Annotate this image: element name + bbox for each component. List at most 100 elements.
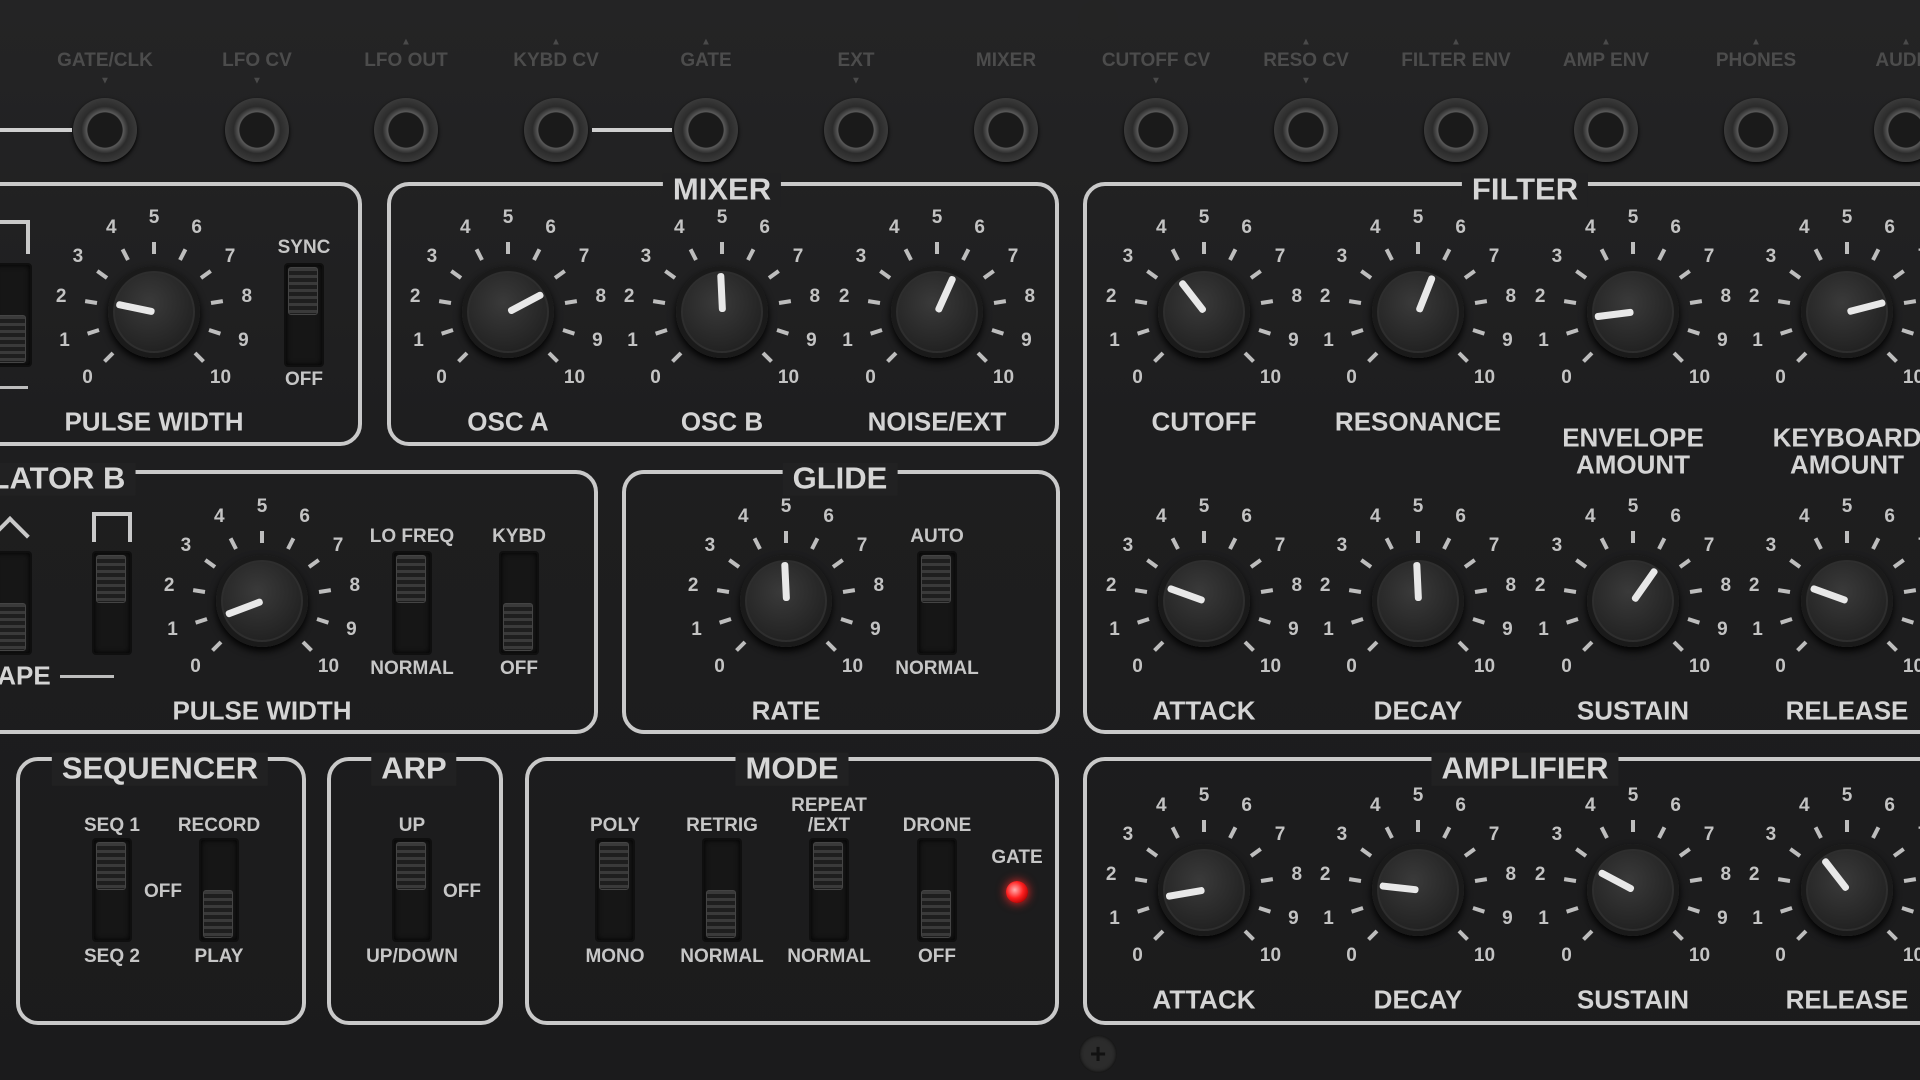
filter-kbd-amount-knob[interactable]: [1801, 266, 1893, 358]
fenv-sustain-knob[interactable]: [1587, 555, 1679, 647]
sequencer-switch[interactable]: [92, 838, 132, 942]
switch-lever: [921, 555, 951, 603]
knob-scale-number: 9: [592, 330, 603, 352]
knob-scale-number: 9: [1717, 908, 1728, 930]
knob-scale-number: 0: [1561, 656, 1572, 678]
knob-scale-number: 4: [106, 217, 117, 239]
knob-scale-number: 6: [1884, 217, 1895, 239]
amp-release-knob[interactable]: [1801, 844, 1893, 936]
knob-tick: [1416, 531, 1420, 543]
switch-lever: [203, 890, 233, 938]
fenv-decay-knob[interactable]: [1372, 555, 1464, 647]
label-normal: NORMAL: [680, 946, 764, 968]
panel-screw: [1078, 0, 1118, 40]
knob-scale-number: 5: [1841, 207, 1853, 229]
knob-tick: [1202, 242, 1206, 254]
knob-scale-number: 3: [72, 245, 84, 267]
patch-jack[interactable]: [674, 98, 738, 162]
knob-scale-number: 9: [346, 619, 357, 641]
osc-b-wave-switch[interactable]: [92, 551, 132, 655]
patch-jack[interactable]: [1124, 98, 1188, 162]
patch-jack[interactable]: [1574, 98, 1638, 162]
jack-label: MIXER: [975, 50, 1037, 72]
knob-scale-number: 0: [82, 367, 93, 389]
switch-lever: [706, 890, 736, 938]
poly-mono-switch[interactable]: [595, 838, 635, 942]
repeat-ext-switch[interactable]: [809, 838, 849, 942]
filter-resonance-knob[interactable]: [1372, 266, 1464, 358]
knob-scale-number: 4: [1585, 795, 1596, 817]
knob-scale-number: 6: [191, 217, 202, 239]
amp-decay-knob[interactable]: [1372, 844, 1464, 936]
lo-freq-switch[interactable]: [392, 551, 432, 655]
patch-jack[interactable]: [1874, 98, 1920, 162]
patch-jack[interactable]: [974, 98, 1038, 162]
filter-env-amount-knob[interactable]: [1587, 266, 1679, 358]
fenv-attack-knob[interactable]: [1158, 555, 1250, 647]
patch-jack[interactable]: [824, 98, 888, 162]
knob-scale-number: 3: [1122, 245, 1134, 267]
patch-jack[interactable]: [225, 98, 289, 162]
arrow-up-icon: ▲: [701, 36, 711, 48]
glide-rate-knob[interactable]: [740, 555, 832, 647]
knob-scale-number: 9: [1502, 330, 1513, 352]
knob-scale-number: 8: [1720, 575, 1732, 597]
retrig-switch[interactable]: [702, 838, 742, 942]
patch-jack[interactable]: [524, 98, 588, 162]
knob-scale-number: 2: [1105, 575, 1117, 597]
section-title-mode: MODE: [735, 752, 849, 786]
knob-scale-number: 7: [1703, 245, 1715, 267]
knob-label: OSC A: [467, 406, 549, 437]
knob-scale-number: 3: [704, 534, 716, 556]
oscb-pulse-width-knob[interactable]: [216, 555, 308, 647]
knob-label: CUTOFF: [1151, 406, 1257, 437]
patch-cable: [592, 128, 672, 132]
patch-jack[interactable]: [374, 98, 438, 162]
drone-switch[interactable]: [917, 838, 957, 942]
knob-scale-number: 3: [1765, 534, 1777, 556]
knob-tick: [1416, 242, 1420, 254]
filter-cutoff-knob[interactable]: [1158, 266, 1250, 358]
patch-jack[interactable]: [73, 98, 137, 162]
switch-lever: [921, 890, 951, 938]
mixer-osc-a-knob[interactable]: [462, 266, 554, 358]
glide-auto-switch[interactable]: [917, 551, 957, 655]
mixer-noise-ext-knob[interactable]: [891, 266, 983, 358]
osc-b-shape-switch[interactable]: [0, 551, 32, 655]
switch-lever: [0, 603, 26, 651]
kybd-switch[interactable]: [499, 551, 539, 655]
osc-a-waveform-switch[interactable]: [0, 263, 32, 367]
knob-scale-number: 10: [777, 367, 800, 389]
knob-label: RESONANCE: [1334, 406, 1502, 437]
knob-scale-number: 5: [1627, 496, 1639, 518]
knob-scale-number: 8: [595, 286, 607, 308]
label-record: RECORD: [177, 815, 261, 837]
record-play-switch[interactable]: [199, 838, 239, 942]
knob-tick: [1631, 242, 1635, 254]
sync-switch[interactable]: [284, 263, 324, 367]
knob-scale-number: 0: [190, 656, 201, 678]
knob-scale-number: 6: [759, 217, 770, 239]
patch-jack[interactable]: [1424, 98, 1488, 162]
arrow-up-icon: ▲: [551, 36, 561, 48]
knob-scale-number: 7: [578, 245, 590, 267]
osca-pulse-width-knob[interactable]: [108, 266, 200, 358]
section-title-arp: ARP: [371, 752, 457, 786]
knob-scale-number: 0: [865, 367, 876, 389]
knob-scale-number: 0: [1346, 367, 1357, 389]
label-lo_freq: LO FREQ: [369, 526, 455, 548]
amp-attack-knob[interactable]: [1158, 844, 1250, 936]
patch-jack[interactable]: [1724, 98, 1788, 162]
knob-tick: [152, 242, 156, 254]
patch-jack[interactable]: [1274, 98, 1338, 162]
fenv-release-knob[interactable]: [1801, 555, 1893, 647]
amp-sustain-knob[interactable]: [1587, 844, 1679, 936]
arp-switch[interactable]: [392, 838, 432, 942]
knob-scale-number: 1: [1752, 619, 1763, 641]
mixer-osc-b-knob[interactable]: [676, 266, 768, 358]
label-off: OFF: [285, 369, 323, 391]
knob-scale-number: 4: [1156, 217, 1167, 239]
knob-scale-number: 6: [1241, 506, 1252, 528]
knob-scale-number: 9: [1288, 619, 1299, 641]
knob-scale-number: 7: [332, 534, 344, 556]
